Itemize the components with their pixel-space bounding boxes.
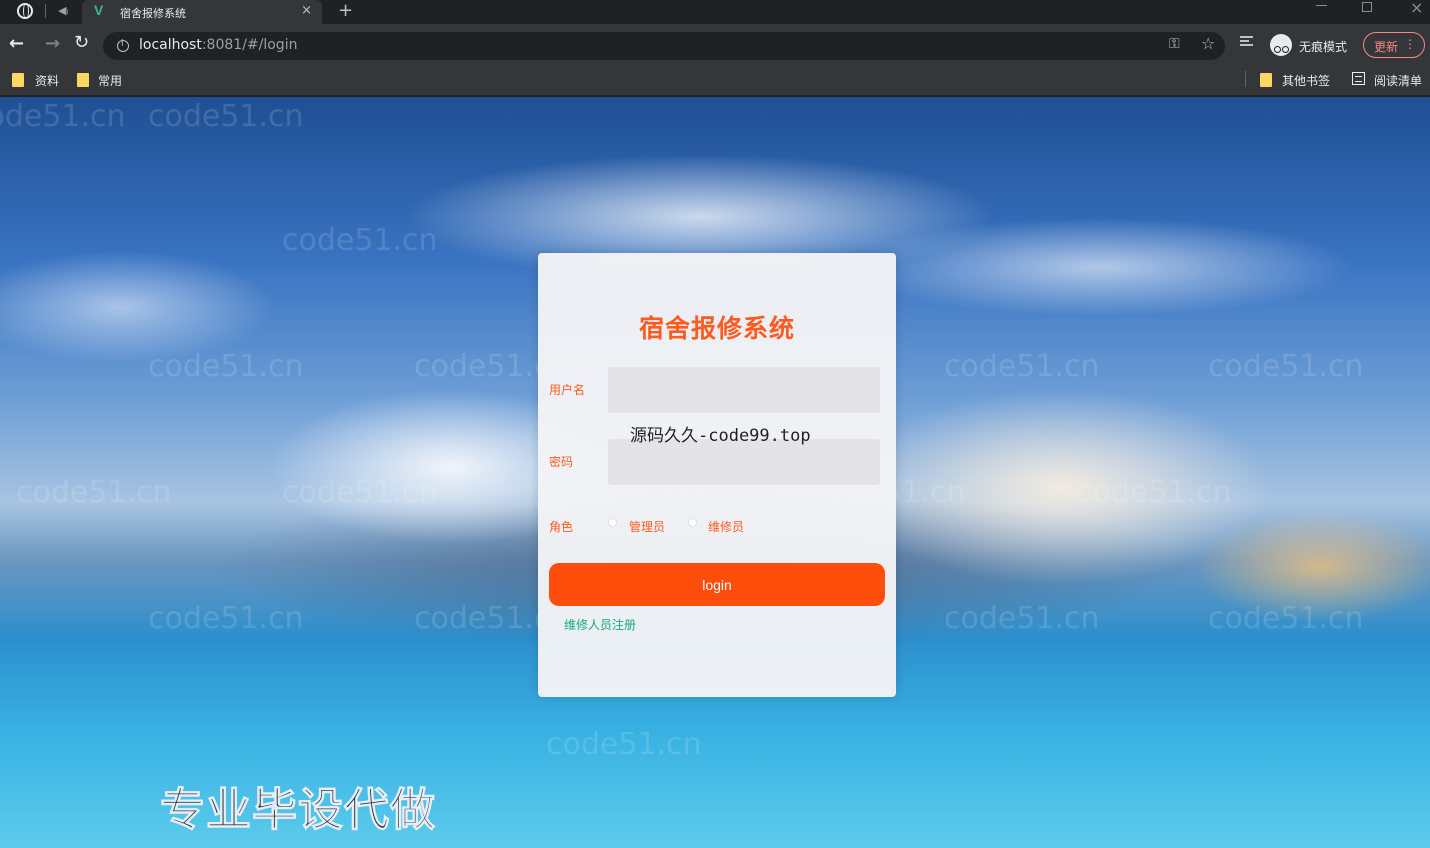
reading-list[interactable]: 阅读清单 <box>1374 72 1422 89</box>
register-link[interactable]: 维修人员注册 <box>564 616 636 633</box>
password-label: 密码 <box>549 455 574 469</box>
media-playlist-icon[interactable] <box>1240 36 1253 46</box>
watermark: code51.cn <box>282 475 438 510</box>
update-button[interactable]: 更新 ⋮ <box>1363 32 1425 58</box>
folder-icon <box>1260 73 1272 87</box>
watermark: code51.cn <box>1208 349 1364 384</box>
tab-separator <box>45 4 46 18</box>
maximize-icon[interactable] <box>1362 2 1372 12</box>
watermark: code51.cn <box>1076 475 1232 510</box>
close-tab-icon[interactable]: × <box>301 3 312 18</box>
username-input[interactable] <box>608 367 880 413</box>
more-menu-icon[interactable]: ⋮ <box>1404 37 1416 51</box>
bookmark-star-icon[interactable]: ☆ <box>1201 34 1215 53</box>
watermark: code51.cn <box>944 601 1100 636</box>
watermark: code51.cn <box>546 727 702 762</box>
role-radio-repairman[interactable] <box>688 518 697 527</box>
role-label: 角色 <box>549 520 574 534</box>
bookmark-folder-ziliao[interactable]: 资料 <box>35 72 59 89</box>
back-arrow-icon[interactable]: ← <box>9 33 24 54</box>
update-label: 更新 <box>1374 40 1399 54</box>
globe-icon[interactable] <box>17 3 33 19</box>
vue-icon: V <box>94 2 104 18</box>
folder-icon <box>77 73 89 87</box>
url-host: localhost <box>139 37 202 53</box>
speaker-icon[interactable]: ◀ᵢ <box>58 4 68 17</box>
role-option-repairman[interactable]: 维修员 <box>708 518 744 535</box>
watermark: code51.cn <box>0 99 126 134</box>
window-close-icon[interactable]: × <box>1410 0 1423 17</box>
reading-list-icon <box>1352 72 1365 85</box>
tab-bar: ◀ᵢ V 宿舍报修系统 × + × <box>0 0 1430 24</box>
tab-title: 宿舍报修系统 <box>120 7 186 20</box>
bookmark-folder-changyong[interactable]: 常用 <box>98 72 122 89</box>
url-text[interactable]: localhost:8081/#/login <box>139 37 297 53</box>
bookmark-separator <box>1245 71 1246 87</box>
address-bar[interactable]: localhost:8081/#/login ⚿ ☆ <box>103 32 1225 60</box>
login-button[interactable]: login <box>549 563 885 606</box>
watermark: code51.cn <box>148 99 304 134</box>
watermark: code51.cn <box>944 349 1100 384</box>
watermark: code51.cn <box>282 223 438 258</box>
site-info-icon[interactable] <box>117 39 129 52</box>
page-viewport: code51.cn code51.cn code51.cn code51.cn … <box>0 97 1430 848</box>
incognito-label[interactable]: 无痕模式 <box>1299 38 1347 55</box>
login-title: 宿舍报修系统 <box>638 314 795 343</box>
watermark: code51.cn <box>16 475 172 510</box>
login-card: 宿舍报修系统 用户名 密码 源码久久-code99.top 角色 管理员 维修员… <box>538 253 896 697</box>
role-radio-admin[interactable] <box>608 518 617 527</box>
url-path: :8081/#/login <box>201 37 298 53</box>
watermark: code51.cn <box>1208 601 1364 636</box>
overlay-watermark-text: 源码久久-code99.top <box>630 426 811 446</box>
watermark: code51.cn <box>148 601 304 636</box>
key-icon[interactable]: ⚿ <box>1169 36 1180 52</box>
other-bookmarks[interactable]: 其他书签 <box>1282 72 1330 89</box>
watermark: code51.cn <box>148 349 304 384</box>
incognito-icon[interactable] <box>1270 34 1292 56</box>
folder-icon <box>12 73 24 87</box>
browser-toolbar: ← → ↻ localhost:8081/#/login ⚿ ☆ 无痕模式 更新… <box>0 24 1430 64</box>
role-option-admin[interactable]: 管理员 <box>629 518 665 535</box>
minimize-icon[interactable] <box>1316 5 1327 6</box>
bookmarks-bar: 资料 常用 其他书签 阅读清单 <box>0 64 1430 96</box>
active-tab[interactable]: V 宿舍报修系统 × <box>82 0 322 24</box>
username-label: 用户名 <box>549 383 586 397</box>
reload-icon[interactable]: ↻ <box>74 32 89 53</box>
new-tab-button[interactable]: + <box>338 0 353 21</box>
forward-arrow-icon[interactable]: → <box>45 33 60 54</box>
promo-caption: 专业毕设代做 <box>159 783 437 837</box>
